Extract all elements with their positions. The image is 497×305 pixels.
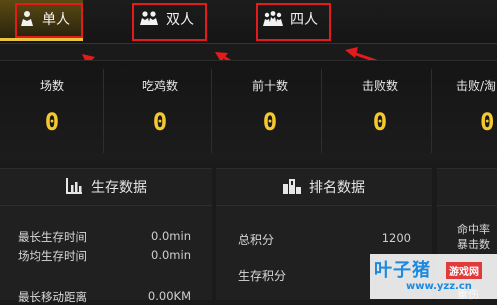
- active-tab-indicator: [0, 38, 83, 41]
- annotation-box-duo: [132, 3, 207, 41]
- survival-row-label: 最长生存时间: [18, 230, 87, 244]
- survival-row-label: 场均生存时间: [18, 249, 87, 263]
- bar-chart-icon: [66, 178, 82, 194]
- stat-label: 击败数: [361, 79, 398, 93]
- survival-panel: 生存数据 最长生存时间 0.0min 场均生存时间 0.0min 最长移动距离 …: [0, 168, 212, 304]
- annotation-box-single: [15, 3, 83, 38]
- watermark-tag: 游戏网: [446, 262, 482, 279]
- ranking-row-label: 生存积分: [238, 269, 287, 283]
- watermark-url: www.yzz.cn: [406, 281, 472, 292]
- podium-icon: [283, 179, 301, 194]
- stat-kd: 击败/淘 0.: [438, 61, 497, 161]
- watermark-brand: 叶子猪: [374, 260, 431, 281]
- ranking-row-value: 1200: [381, 231, 411, 245]
- stat-matches: 场数 0: [0, 61, 104, 161]
- survival-row-value: 0.0min: [151, 229, 191, 243]
- stat-wins: 吃鸡数 0: [108, 61, 212, 161]
- stat-value: 0: [262, 108, 278, 136]
- survival-row-value: 0.00KM: [147, 289, 191, 303]
- stat-label: 击败/淘: [456, 79, 497, 93]
- stat-label: 前十数: [251, 79, 288, 93]
- stat-value: 0: [152, 108, 168, 136]
- ranking-panel-header: 排名数据: [216, 177, 432, 197]
- survival-row-label: 最长移动距离: [18, 290, 87, 304]
- stat-label: 吃鸡数: [141, 79, 178, 93]
- survival-title: 生存数据: [91, 180, 147, 196]
- stat-value: 0.: [480, 108, 497, 136]
- stat-label: 场数: [39, 79, 64, 93]
- ranking-title: 排名数据: [309, 180, 365, 196]
- survival-row-value: 0.0min: [151, 248, 191, 262]
- survival-panel-header: 生存数据: [0, 177, 212, 197]
- stat-top-ten: 前十数 0: [218, 61, 322, 161]
- stat-value: 0: [44, 108, 60, 136]
- watermark-logo: 叶子猪 游戏网 www.yzz.cn: [370, 254, 497, 299]
- combat-row-label: 暴击数: [457, 238, 490, 251]
- stat-value: 0: [372, 108, 388, 136]
- ranking-row-label: 总积分: [238, 233, 275, 247]
- stats-row: 场数 0 吃鸡数 0 前十数 0 击败数 0 击败/淘 0.: [0, 60, 497, 161]
- annotation-box-squad: [256, 3, 331, 41]
- stat-kills: 击败数 0: [328, 61, 432, 161]
- combat-row-label: 命中率: [457, 223, 490, 236]
